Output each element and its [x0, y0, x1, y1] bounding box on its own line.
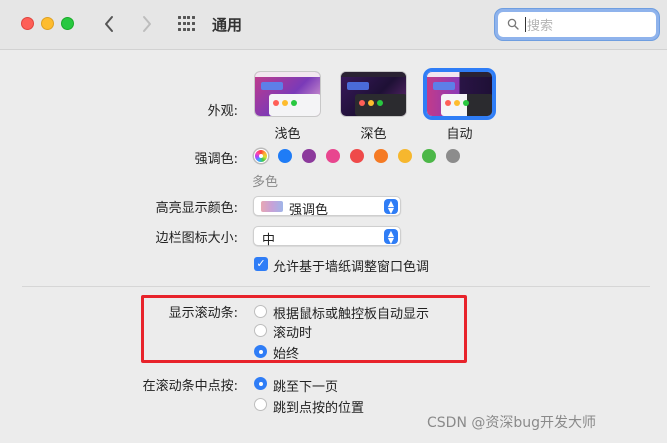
- back-button[interactable]: [97, 11, 121, 37]
- sidebar-icon-size-label: 边栏图标大小:: [155, 231, 238, 246]
- window-title: 通用: [212, 16, 243, 34]
- highlight-color-value: 强调色: [289, 203, 329, 218]
- sidebar-icon-size-popup[interactable]: 中 ▲ ▼: [253, 226, 401, 248]
- accent-swatch-red[interactable]: [350, 149, 364, 163]
- appearance-auto-thumbnail[interactable]: [423, 68, 496, 120]
- general-preferences-pane: 外观: 浅色 深色 自动 强调色: 多色 高亮显示颜色: 强调色 ▲ ▼ 边栏图…: [0, 51, 667, 443]
- click-next-page-label: 跳至下一页: [273, 380, 339, 395]
- window-titlebar: 通用 搜索: [0, 0, 667, 50]
- highlight-annotation-box: [141, 295, 467, 363]
- accent-swatch-pink[interactable]: [326, 149, 340, 163]
- popup-chevrons-icon: ▲ ▼: [384, 199, 398, 215]
- wallpaper-tint-checkbox[interactable]: ✓: [254, 257, 268, 271]
- click-next-page-radio[interactable]: [254, 377, 267, 390]
- wallpaper-tint-label: 允许基于墙纸调整窗口色调: [273, 260, 430, 275]
- click-scrollbar-label: 在滚动条中点按:: [142, 379, 238, 394]
- search-field[interactable]: 搜索: [495, 9, 659, 40]
- accent-swatch-blue[interactable]: [278, 149, 292, 163]
- popup-chevrons-icon: ▲ ▼: [384, 229, 398, 245]
- accent-swatch-purple[interactable]: [302, 149, 316, 163]
- highlight-color-label: 高亮显示颜色:: [155, 201, 238, 216]
- csdn-watermark: CSDN @资深bug开发大师: [427, 415, 597, 431]
- search-icon: [507, 18, 519, 30]
- chevron-right-icon: [143, 16, 151, 32]
- appearance-dark-label: 深色: [360, 127, 387, 142]
- appearance-auto-label: 自动: [446, 127, 473, 142]
- highlight-color-popup[interactable]: 强调色 ▲ ▼: [253, 196, 401, 218]
- section-divider: [22, 286, 650, 287]
- close-window-button[interactable]: [21, 17, 34, 30]
- accent-swatch-multicolor[interactable]: [254, 149, 268, 163]
- click-jump-to-spot-label: 跳到点按的位置: [273, 401, 365, 416]
- accent-swatch-graphite[interactable]: [446, 149, 460, 163]
- appearance-dark-thumbnail[interactable]: [340, 71, 407, 117]
- minimize-window-button[interactable]: [41, 17, 54, 30]
- appearance-light-thumbnail[interactable]: [254, 71, 321, 117]
- appearance-label: 外观:: [207, 104, 238, 119]
- text-cursor: [525, 17, 526, 32]
- accent-color-label: 强调色:: [194, 152, 238, 167]
- zoom-window-button[interactable]: [61, 17, 74, 30]
- forward-button[interactable]: [135, 11, 159, 37]
- accent-swatch-orange[interactable]: [374, 149, 388, 163]
- sidebar-icon-size-value: 中: [262, 233, 276, 248]
- click-jump-to-spot-radio[interactable]: [254, 398, 267, 411]
- accent-swatch-yellow[interactable]: [398, 149, 412, 163]
- search-placeholder: 搜索: [527, 19, 554, 34]
- accent-selected-caption: 多色: [252, 175, 279, 190]
- appearance-light-label: 浅色: [274, 127, 301, 142]
- chevron-left-icon: [105, 16, 113, 32]
- show-all-grid-button[interactable]: [178, 16, 195, 32]
- accent-swatch-green[interactable]: [422, 149, 436, 163]
- highlight-swatch: [261, 201, 283, 212]
